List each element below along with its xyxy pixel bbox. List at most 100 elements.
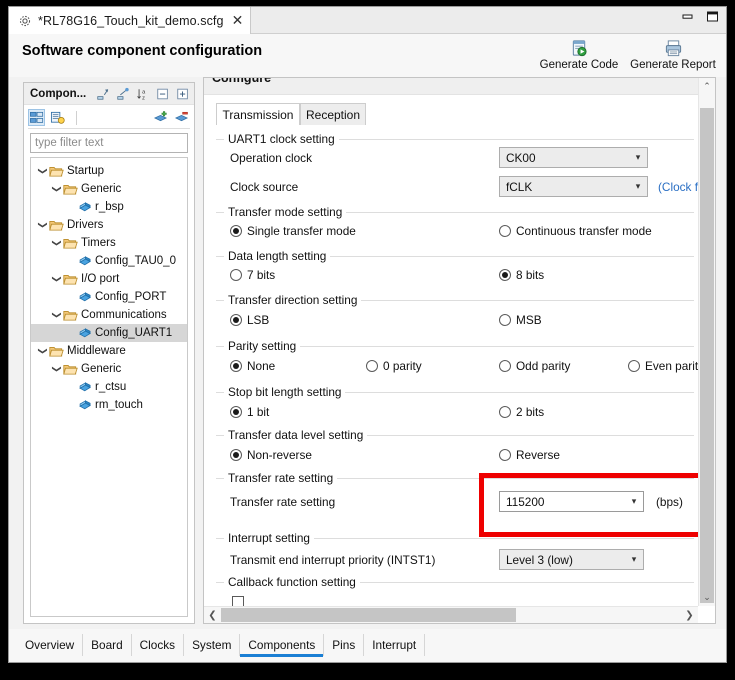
add-component-icon[interactable] bbox=[152, 109, 169, 126]
generate-report-button[interactable]: Generate Report bbox=[626, 36, 720, 71]
import-icon[interactable] bbox=[95, 86, 110, 101]
tree-item-drivers[interactable]: ❯ Drivers bbox=[31, 216, 187, 234]
svg-text:z: z bbox=[142, 95, 145, 101]
scroll-right-icon[interactable]: ❯ bbox=[681, 607, 698, 623]
clock-source-select[interactable]: fCLK ▾ bbox=[499, 176, 648, 197]
radio-mark bbox=[230, 360, 242, 372]
horizontal-scroll-thumb[interactable] bbox=[221, 608, 516, 622]
configure-vertical-scrollbar[interactable]: ⌃ ⌄ bbox=[698, 78, 715, 606]
bottom-tab-overview[interactable]: Overview bbox=[17, 634, 84, 656]
bottom-tab-clocks[interactable]: Clocks bbox=[131, 634, 185, 656]
radio-2-bits[interactable]: 2 bits bbox=[499, 405, 544, 419]
chevron-down-icon[interactable]: ❯ bbox=[49, 238, 62, 248]
bottom-tab-bar: Overview Board Clocks System Components Pins I… bbox=[9, 629, 726, 662]
chevron-down-icon[interactable]: ❯ bbox=[35, 346, 48, 356]
tree-item-middleware[interactable]: ❯ Middleware bbox=[31, 342, 187, 360]
radio-mark bbox=[499, 360, 511, 372]
sort-az-icon[interactable]: a z bbox=[135, 86, 150, 101]
tree-item-startup[interactable]: ❯ Startup bbox=[31, 162, 187, 180]
tree-item-rm-touch[interactable]: rm_touch bbox=[31, 396, 187, 414]
tree-item-generic[interactable]: ❯ Generic bbox=[31, 360, 187, 378]
close-icon[interactable]: ✕ bbox=[232, 14, 244, 28]
bottom-tab-board[interactable]: Board bbox=[83, 634, 132, 656]
scroll-down-icon[interactable]: ⌄ bbox=[699, 589, 715, 606]
transfer-rate-value: 115200 bbox=[506, 494, 545, 509]
scroll-up-icon[interactable]: ⌃ bbox=[699, 78, 715, 95]
show-configurations-icon[interactable] bbox=[49, 109, 66, 126]
radio-parity-even[interactable]: Even parity bbox=[628, 359, 698, 373]
remove-component-icon[interactable] bbox=[173, 109, 190, 126]
tab-transmission[interactable]: Transmission bbox=[216, 103, 300, 125]
collapse-all-icon[interactable] bbox=[155, 86, 170, 101]
tab-reception-label: Reception bbox=[305, 107, 361, 122]
chevron-down-icon: ▾ bbox=[635, 181, 641, 192]
radio-msb[interactable]: MSB bbox=[499, 313, 542, 327]
tree-item-config-tau0-0[interactable]: Config_TAU0_0 bbox=[31, 252, 187, 270]
components-panel-tools: a z bbox=[95, 86, 190, 101]
bottom-tab-label: Pins bbox=[332, 638, 356, 652]
chevron-down-icon: ▾ bbox=[635, 152, 641, 163]
chevron-down-icon[interactable]: ❯ bbox=[49, 310, 62, 320]
tree-item-communications[interactable]: ❯ Communications bbox=[31, 306, 187, 324]
editor-tab-scfg[interactable]: *RL78G16_Touch_kit_demo.scfg ✕ bbox=[9, 7, 252, 34]
tree-item-i-o-port[interactable]: ❯ I/O port bbox=[31, 270, 187, 288]
folder-icon bbox=[62, 237, 79, 250]
vertical-scroll-thumb[interactable] bbox=[700, 108, 714, 603]
tree-item-config-uart1[interactable]: Config_UART1 bbox=[31, 324, 187, 342]
generate-code-button[interactable]: Generate Code bbox=[532, 36, 626, 71]
tree-item-label: rm_touch bbox=[95, 399, 143, 411]
chevron-down-icon[interactable]: ❯ bbox=[35, 166, 48, 176]
tab-reception[interactable]: Reception bbox=[300, 103, 366, 125]
tree-item-config-port[interactable]: Config_PORT bbox=[31, 288, 187, 306]
bottom-tab-pins[interactable]: Pins bbox=[324, 634, 365, 656]
chevron-down-icon[interactable]: ❯ bbox=[35, 220, 48, 230]
folder-icon bbox=[48, 219, 65, 232]
components-tree[interactable]: ❯ Startup ❯ Generic r_bsp ❯ Drivers ❯ Timers Conf… bbox=[30, 157, 188, 617]
clock-source-label: Clock source bbox=[230, 180, 299, 194]
bottom-tab-filler bbox=[425, 634, 718, 656]
bottom-tab-components[interactable]: Components bbox=[240, 634, 325, 657]
radio-continuous-transfer-mode[interactable]: Continuous transfer mode bbox=[499, 224, 652, 238]
maximize-button[interactable] bbox=[705, 9, 720, 24]
bottom-tab-label: Board bbox=[91, 638, 123, 652]
radio-parity-0[interactable]: 0 parity bbox=[366, 359, 422, 373]
radio-lsb[interactable]: LSB bbox=[230, 313, 269, 327]
interrupt-priority-select[interactable]: Level 3 (low) ▾ bbox=[499, 549, 644, 570]
radio-1-bit[interactable]: 1 bit bbox=[230, 405, 269, 419]
component-icon bbox=[76, 381, 93, 394]
callback-transmission-checkbox[interactable] bbox=[232, 596, 244, 606]
tree-item-generic[interactable]: ❯ Generic bbox=[31, 180, 187, 198]
radio-parity-none[interactable]: None bbox=[230, 359, 275, 373]
radio-mark bbox=[230, 449, 242, 461]
operation-clock-select[interactable]: CK00 ▾ bbox=[499, 147, 648, 168]
chevron-down-icon[interactable]: ❯ bbox=[49, 364, 62, 374]
radio-non-reverse[interactable]: Non-reverse bbox=[230, 448, 312, 462]
radio-7-bits[interactable]: 7 bits bbox=[230, 268, 275, 282]
tree-item-r-bsp[interactable]: r_bsp bbox=[31, 198, 187, 216]
configure-content: Transmission Reception UART1 clock setti… bbox=[204, 95, 698, 606]
bottom-tab-system[interactable]: System bbox=[184, 634, 241, 656]
show-components-icon[interactable] bbox=[28, 109, 45, 126]
configure-horizontal-scrollbar[interactable]: ❮ ❯ bbox=[204, 606, 698, 623]
chevron-down-icon[interactable]: ❯ bbox=[49, 184, 62, 194]
radio-parity-odd[interactable]: Odd parity bbox=[499, 359, 570, 373]
bottom-tab-interrupt[interactable]: Interrupt bbox=[364, 634, 426, 656]
radio-mark bbox=[499, 406, 511, 418]
radio-label: Single transfer mode bbox=[247, 224, 356, 238]
generate-code-icon bbox=[570, 39, 589, 58]
tree-item-timers[interactable]: ❯ Timers bbox=[31, 234, 187, 252]
chevron-down-icon[interactable]: ❯ bbox=[49, 274, 62, 284]
clock-frequency-link[interactable]: (Clock fre bbox=[658, 180, 698, 194]
export-icon[interactable] bbox=[115, 86, 130, 101]
tree-item-r-ctsu[interactable]: r_ctsu bbox=[31, 378, 187, 396]
minimize-button[interactable] bbox=[680, 9, 695, 24]
radio-reverse[interactable]: Reverse bbox=[499, 448, 560, 462]
transfer-rate-select[interactable]: 115200 ▾ bbox=[499, 491, 644, 512]
scroll-left-icon[interactable]: ❮ bbox=[204, 607, 221, 623]
radio-label: Reverse bbox=[516, 448, 560, 462]
radio-single-transfer-mode[interactable]: Single transfer mode bbox=[230, 224, 356, 238]
folder-icon bbox=[48, 165, 65, 178]
filter-input[interactable]: type filter text bbox=[30, 133, 188, 153]
radio-8-bits[interactable]: 8 bits bbox=[499, 268, 544, 282]
expand-all-icon[interactable] bbox=[175, 86, 190, 101]
